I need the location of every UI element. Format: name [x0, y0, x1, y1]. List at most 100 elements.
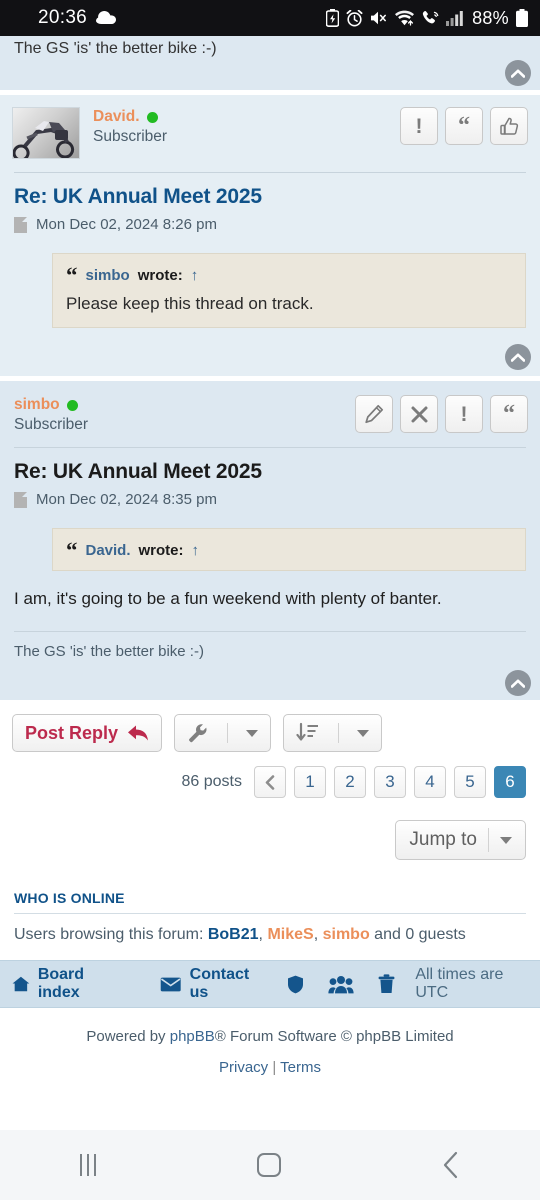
terms-link[interactable]: Terms	[280, 1059, 321, 1076]
post-1-quote-text: Please keep this thread on track.	[66, 294, 314, 313]
scroll-to-top-button-2[interactable]	[505, 670, 531, 696]
who-is-online-section: WHO IS ONLINE Users browsing this forum:…	[0, 860, 540, 944]
pagination-page-4[interactable]: 4	[414, 766, 446, 798]
post-2-header: simbo Subscriber ! “	[0, 381, 540, 434]
motorcycle-icon	[13, 121, 75, 158]
pagination: 86 posts 1 2 3 4 5 6	[0, 752, 540, 798]
jump-to-row: Jump to	[0, 798, 540, 860]
post-1-quote-author[interactable]: simbo	[86, 267, 130, 284]
pagination-page-2[interactable]: 2	[334, 766, 366, 798]
sort-button[interactable]	[283, 714, 383, 752]
exclamation-icon: !	[415, 114, 423, 138]
chevron-up-icon	[511, 69, 525, 78]
pagination-prev-button[interactable]	[254, 766, 286, 798]
post-2-signature: The GS 'is' the better bike :-)	[14, 643, 204, 660]
contact-us-link[interactable]: Contact us	[160, 966, 263, 1002]
pagination-page-3[interactable]: 3	[374, 766, 406, 798]
android-status-bar: 20:36 88%	[0, 0, 540, 36]
post-1-date: Mon Dec 02, 2024 8:26 pm	[36, 216, 217, 233]
post-2-title: Re: UK Annual Meet 2025	[14, 460, 262, 483]
edit-button[interactable]	[355, 395, 393, 433]
jump-to-dropdown[interactable]: Jump to	[395, 820, 526, 860]
post-1-title[interactable]: Re: UK Annual Meet 2025	[0, 173, 540, 209]
contact-us-label: Contact us	[189, 966, 250, 1001]
topic-tools-button[interactable]	[174, 714, 272, 752]
online-user-mikes[interactable]: MikeS	[267, 926, 313, 943]
battery-percent: 88%	[472, 7, 509, 28]
post-2-author-line: simbo	[14, 396, 88, 414]
avatar[interactable]	[12, 107, 80, 159]
chevron-down-icon[interactable]	[246, 729, 259, 737]
legal-links: Privacy | Terms	[0, 1045, 540, 1076]
privacy-link[interactable]: Privacy	[219, 1059, 268, 1076]
post-1-quote: “ simbo wrote: ↑ Please keep this thread…	[52, 253, 526, 328]
chevron-down-icon[interactable]	[357, 729, 370, 737]
post-1-author-name[interactable]: David.	[93, 108, 140, 126]
pagination-page-5[interactable]: 5	[454, 766, 486, 798]
pagination-page-6-active[interactable]: 6	[494, 766, 526, 798]
scroll-to-top-button-0[interactable]	[505, 60, 531, 86]
post-1-date-row: Mon Dec 02, 2024 8:26 pm	[0, 209, 540, 233]
online-user-simbo[interactable]: simbo	[323, 926, 370, 943]
pagination-page-1[interactable]: 1	[294, 766, 326, 798]
call-wifi-icon	[421, 10, 439, 26]
phpbb-link[interactable]: phpBB	[170, 1028, 215, 1045]
post-2-date-row: Mon Dec 02, 2024 8:35 pm	[0, 484, 540, 508]
online-user-bob21[interactable]: BoB21	[208, 926, 259, 943]
close-icon	[411, 406, 427, 422]
envelope-icon	[160, 977, 181, 991]
mute-icon	[370, 10, 388, 26]
powered-suffix: ® Forum Software © phpBB Limited	[214, 1028, 454, 1045]
delete-button[interactable]	[400, 395, 438, 433]
button-divider	[227, 723, 229, 743]
chevron-down-icon[interactable]	[500, 836, 512, 844]
timezone-label: All times are UTC	[415, 966, 504, 1001]
bar	[87, 1154, 90, 1176]
quote-button[interactable]: “	[445, 107, 483, 145]
quote-mark-icon: “	[66, 538, 78, 563]
post-page-icon[interactable]	[14, 491, 27, 508]
delete-cookies-link[interactable]	[378, 974, 395, 994]
user-separator-2: ,	[313, 926, 319, 943]
scroll-top-row-0	[0, 58, 540, 90]
recent-apps-button[interactable]	[80, 1154, 97, 1176]
status-clock: 20:36	[38, 7, 88, 28]
who-is-online-suffix: and 0 guests	[374, 926, 466, 943]
post-2-author-block: simbo Subscriber	[12, 395, 88, 434]
home-button[interactable]	[256, 1153, 281, 1177]
status-bar-right: 88%	[326, 8, 528, 29]
post-2-author-name[interactable]: simbo	[14, 396, 60, 414]
report-button[interactable]: !	[400, 107, 438, 145]
post-1-author-line: David.	[93, 108, 167, 126]
android-nav-bar	[0, 1130, 540, 1200]
back-button[interactable]	[442, 1151, 460, 1179]
post-reply-button[interactable]: Post Reply	[12, 714, 163, 752]
footer-nav-bar: Board index Contact us All times are UTC	[0, 960, 540, 1008]
button-divider	[488, 828, 489, 852]
members-link[interactable]	[328, 975, 354, 994]
post-2-quote-jump-arrow[interactable]: ↑	[192, 542, 200, 559]
cloud-icon	[96, 11, 117, 25]
post-2-quote: “ David. wrote: ↑	[52, 528, 526, 571]
board-index-link[interactable]: Board index	[12, 966, 120, 1002]
jump-to-label: Jump to	[409, 829, 477, 850]
post-1-quote-jump-arrow[interactable]: ↑	[191, 267, 199, 284]
exclamation-icon: !	[460, 402, 468, 426]
like-button[interactable]	[490, 107, 528, 145]
privacy-shield-link[interactable]	[287, 975, 304, 994]
scroll-to-top-button-1[interactable]	[505, 344, 531, 370]
chevron-left-icon	[265, 774, 275, 790]
wrench-icon	[189, 724, 207, 743]
posts-count: 86 posts	[181, 773, 242, 790]
post-1-author-block: David. Subscriber	[93, 107, 167, 146]
post-page-icon[interactable]	[14, 216, 27, 233]
signal-bars-icon	[446, 10, 463, 26]
battery-saver-icon	[326, 9, 340, 27]
quote-button[interactable]: “	[490, 395, 528, 433]
button-divider	[338, 723, 340, 743]
report-button[interactable]: !	[445, 395, 483, 433]
chevron-left-icon	[443, 1151, 457, 1179]
post-2-quote-author[interactable]: David.	[86, 542, 131, 559]
online-status-dot	[146, 111, 158, 123]
post-2-button-group: ! “	[355, 395, 528, 433]
